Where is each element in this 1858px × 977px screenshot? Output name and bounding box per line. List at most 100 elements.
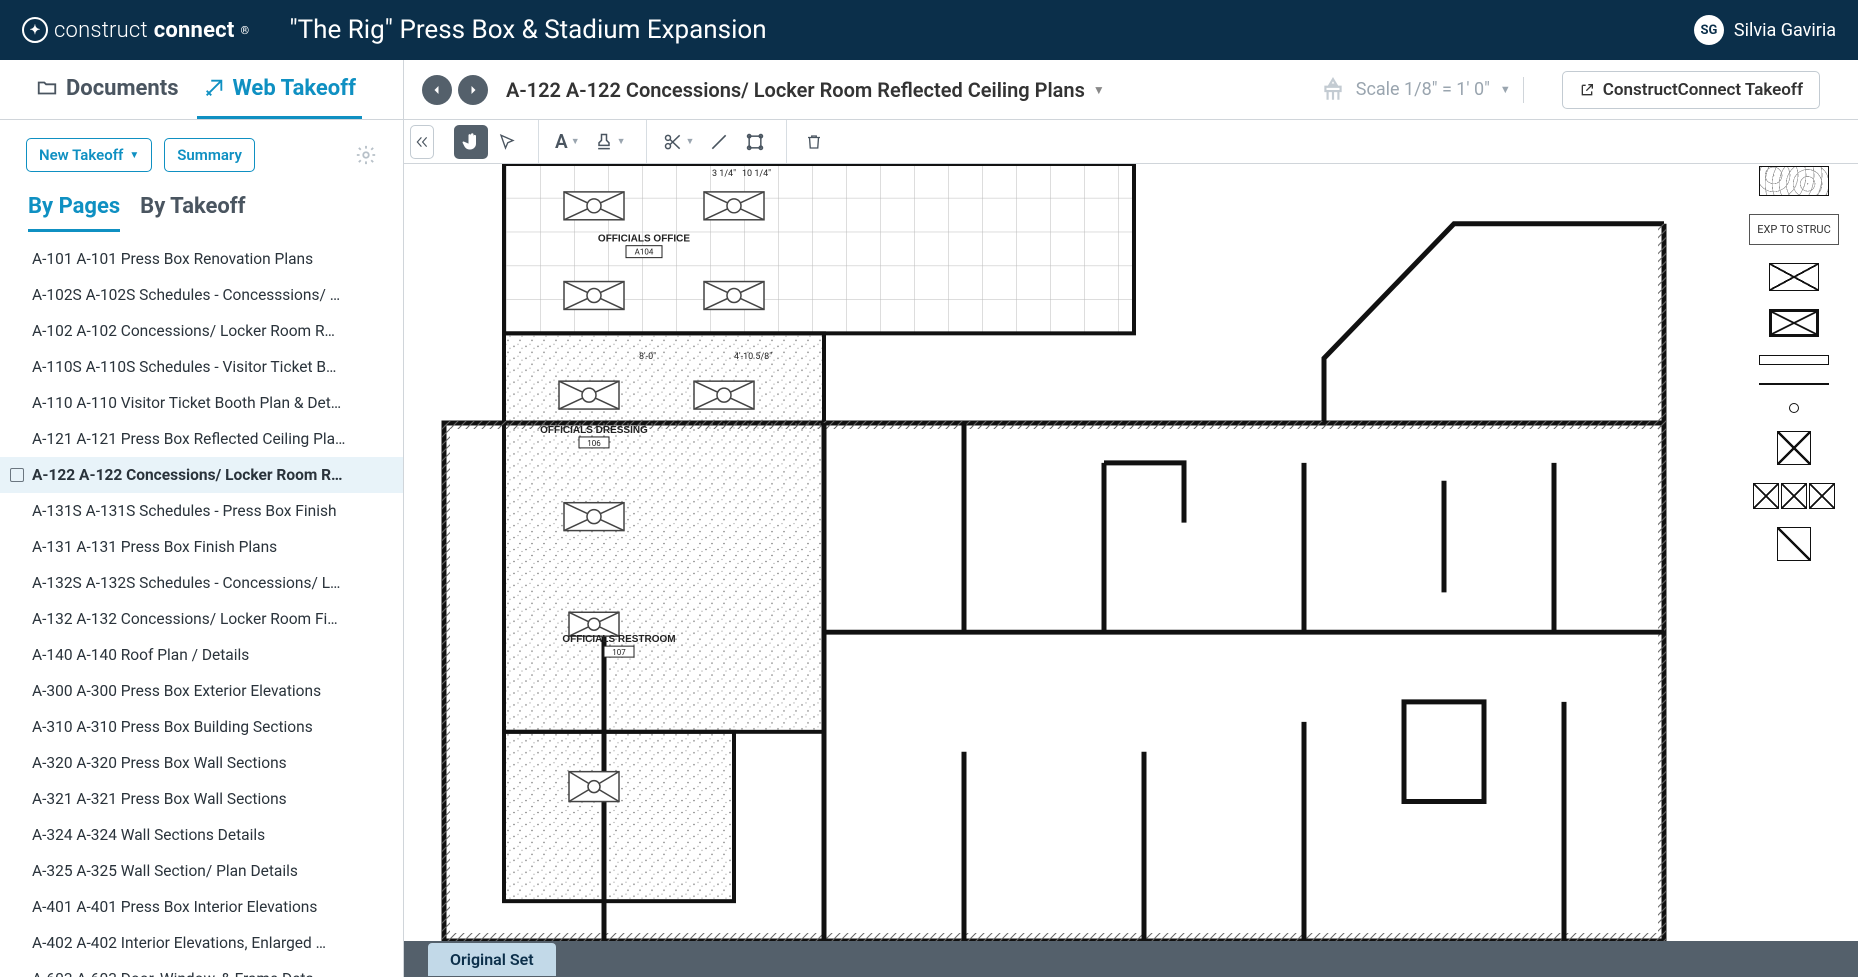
scale-label: Scale 1/8" = 1' 0" [1356,79,1490,100]
stamp-tool-button[interactable]: ▼ [588,125,632,159]
page-list[interactable]: A-101 A-101 Press Box Renovation PlansA-… [0,241,403,977]
brand-mark-icon: ✦ [22,17,48,43]
svg-text:106: 106 [587,439,601,448]
hand-icon [461,132,481,152]
brand-name-thin: construct [54,18,148,43]
page-item[interactable]: A-325 A-325 Wall Section/ Plan Details [0,853,403,889]
svg-text:OFFICIALS DRESSING: OFFICIALS DRESSING [540,425,648,436]
user-menu[interactable]: SG Silvia Gaviria [1694,15,1836,45]
caret-down-icon: ▼ [617,136,626,147]
page-item[interactable]: A-310 A-310 Press Box Building Sections [0,709,403,745]
svg-text:3 1/4": 3 1/4" [712,169,736,179]
brand-bar: ✦ constructconnect ® "The Rig" Press Box … [0,0,1858,60]
gear-icon[interactable] [355,144,377,166]
page-item[interactable]: A-102 A-102 Concessions/ Locker Room R… [0,313,403,349]
brand-reg: ® [240,24,249,37]
page-item[interactable]: A-320 A-320 Press Box Wall Sections [0,745,403,781]
sheet-dropdown[interactable]: A-122 A-122 Concessions/ Locker Room Ref… [506,78,1105,102]
caret-down-icon: ▼ [1500,83,1511,96]
page-item[interactable]: A-131 A-131 Press Box Finish Plans [0,529,403,565]
pan-tool-button[interactable] [454,125,488,159]
external-link-icon [1579,82,1595,98]
chevron-left-icon [431,84,443,96]
caret-down-icon: ▼ [129,150,139,161]
page-item[interactable]: A-603 A-603 Door, Window, & Frame Deta… [0,961,403,977]
svg-text:107: 107 [612,648,626,657]
page-item[interactable]: A-402 A-402 Interior Elevations, Enlarge… [0,925,403,961]
page-item[interactable]: A-132 A-132 Concessions/ Locker Room Fi… [0,601,403,637]
line-icon [709,132,729,152]
prev-sheet-button[interactable] [422,75,452,105]
tab-documents[interactable]: Documents [30,60,185,119]
set-tab-original[interactable]: Original Set [428,943,556,976]
brand-name-bold: connect [154,18,235,43]
takeoff-icon [203,77,225,99]
user-avatar: SG [1694,15,1724,45]
sheet-nav [422,75,488,105]
plan-canvas[interactable]: EXP TO STRUC [404,164,1858,941]
sheet-title-label: A-122 A-122 Concessions/ Locker Room Ref… [506,78,1085,102]
svg-text:A104: A104 [635,248,654,257]
scale-control[interactable]: Scale 1/8" = 1' 0" ▼ [1320,77,1524,103]
new-takeoff-label: New Takeoff [39,146,123,164]
tab-web-takeoff[interactable]: Web Takeoff [197,60,362,119]
svg-text:4'-10 5/8": 4'-10 5/8" [734,352,772,362]
constructconnect-takeoff-button[interactable]: ConstructConnect Takeoff [1562,71,1820,109]
delete-button[interactable] [797,125,831,159]
chevron-right-icon [467,84,479,96]
svg-text:8'-0": 8'-0" [639,352,656,362]
scale-icon [1320,77,1346,103]
cut-tool-button[interactable]: ▼ [657,125,701,159]
floorplan-drawing: OFFICIALS OFFICE A104 OFFICIALS DRESSING… [404,164,1858,941]
scissors-icon [663,132,683,152]
viewer-toolbar: A▼ ▼ ▼ [404,120,1858,164]
tab-by-pages[interactable]: By Pages [28,194,120,232]
cc-takeoff-label: ConstructConnect Takeoff [1603,80,1803,100]
page-item[interactable]: A-324 A-324 Wall Sections Details [0,817,403,853]
svg-text:10 1/4": 10 1/4" [742,169,771,179]
page-item[interactable]: A-300 A-300 Press Box Exterior Elevation… [0,673,403,709]
caret-down-icon: ▼ [686,136,695,147]
sheet-set-tabs: Original Set [404,941,1858,977]
page-item[interactable]: A-110S A-110S Schedules - Visitor Ticket… [0,349,403,385]
stamp-icon [594,132,614,152]
page-item[interactable]: A-122 A-122 Concessions/ Locker Room R… [0,457,403,493]
page-item[interactable]: A-131S A-131S Schedules - Press Box Fini… [0,493,403,529]
select-tool-button[interactable] [490,125,524,159]
cursor-icon [498,133,516,151]
page-item[interactable]: A-121 A-121 Press Box Reflected Ceiling … [0,421,403,457]
user-name: Silvia Gaviria [1734,20,1836,41]
page-item[interactable]: A-132S A-132S Schedules - Concessions/ L… [0,565,403,601]
next-sheet-button[interactable] [458,75,488,105]
line-tool-button[interactable] [702,125,736,159]
tab-documents-label: Documents [66,76,179,101]
text-tool-button[interactable]: A▼ [549,125,586,159]
page-item[interactable]: A-321 A-321 Press Box Wall Sections [0,781,403,817]
svg-text:OFFICIALS RESTROOM: OFFICIALS RESTROOM [562,634,675,645]
sidebar: New Takeoff ▼ Summary By Pages By Takeof… [0,120,404,977]
summary-label: Summary [177,146,242,164]
summary-button[interactable]: Summary [164,138,255,172]
chevrons-left-icon [415,135,429,149]
module-tabs: Documents Web Takeoff [0,60,404,119]
page-item[interactable]: A-102S A-102S Schedules - Concesssions/ … [0,277,403,313]
polygon-icon [745,132,765,152]
trash-icon [805,133,823,151]
folder-icon [36,77,58,99]
new-takeoff-button[interactable]: New Takeoff ▼ [26,138,152,172]
collapse-sidebar-button[interactable] [410,125,434,159]
page-item[interactable]: A-140 A-140 Roof Plan / Details [0,637,403,673]
polygon-tool-button[interactable] [738,125,772,159]
page-item[interactable]: A-401 A-401 Press Box Interior Elevation… [0,889,403,925]
tab-by-takeoff[interactable]: By Takeoff [140,194,245,232]
project-title: "The Rig" Press Box & Stadium Expansion [289,15,766,45]
page-item[interactable]: A-110 A-110 Visitor Ticket Booth Plan & … [0,385,403,421]
plan-viewer: A▼ ▼ ▼ [404,120,1858,977]
secondary-bar: Documents Web Takeoff A-122 A-122 Conces… [0,60,1858,120]
svg-text:OFFICIALS OFFICE: OFFICIALS OFFICE [598,234,690,245]
page-item[interactable]: A-101 A-101 Press Box Renovation Plans [0,241,403,277]
brand-logo[interactable]: ✦ constructconnect ® [22,17,249,43]
caret-down-icon: ▼ [1093,83,1105,97]
tab-web-takeoff-label: Web Takeoff [233,76,356,101]
caret-down-icon: ▼ [571,136,580,147]
